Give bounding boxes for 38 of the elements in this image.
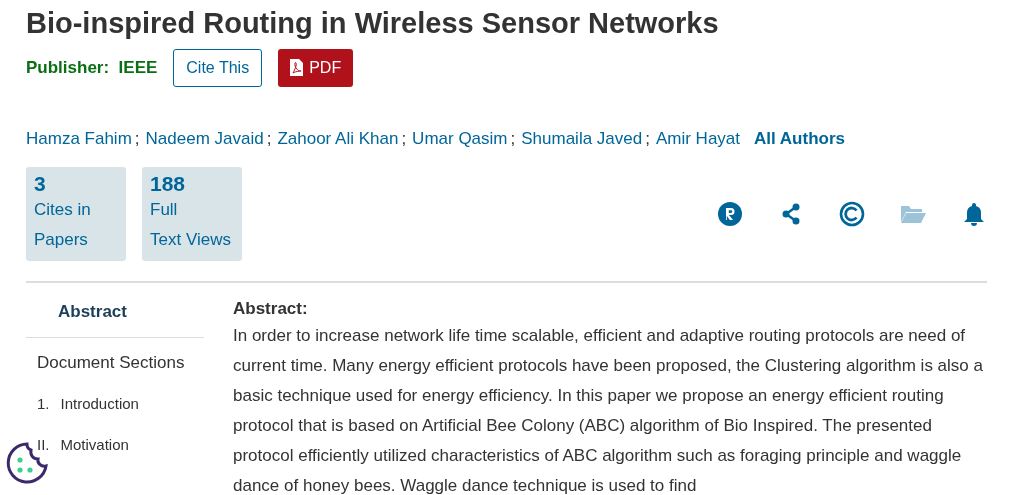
- metric-count: 3: [34, 173, 47, 196]
- metric-label: Text Views: [150, 229, 232, 252]
- author-link[interactable]: Nadeem Javaid: [145, 125, 264, 152]
- separator: ;: [510, 127, 516, 150]
- metric-card[interactable]: 3 Cites in Papers: [26, 167, 126, 262]
- separator: ;: [134, 127, 140, 150]
- author-link[interactable]: Umar Qasim: [412, 125, 508, 152]
- section-title: Motivation: [60, 434, 129, 455]
- metric-card[interactable]: 188 Full Text Views: [142, 167, 242, 262]
- article-title: Bio-inspired Routing in Wireless Sensor Networks: [26, 6, 720, 41]
- metric-count: 188: [150, 173, 187, 196]
- abstract-heading: Abstract:: [233, 298, 309, 321]
- sidebar-tab[interactable]: Abstract: [26, 283, 204, 338]
- separator: ;: [645, 127, 650, 150]
- cite-button[interactable]: Cite This: [173, 48, 263, 87]
- separator: ;: [401, 127, 407, 150]
- copyright-icon[interactable]: [839, 201, 865, 228]
- metric-label: Cites in: [34, 199, 92, 222]
- publisher-label: Publisher: IEEE: [26, 57, 158, 80]
- section-title: Introduction: [60, 394, 139, 415]
- author-link[interactable]: Hamza Fahim: [26, 125, 132, 152]
- all-authors-link[interactable]: All Authors: [754, 125, 845, 152]
- rights-icon[interactable]: [717, 201, 743, 228]
- author-link[interactable]: Shumaila Javed: [521, 125, 643, 152]
- pdf-file-icon: [290, 59, 304, 77]
- section-link[interactable]: II. Motivation: [26, 415, 204, 457]
- separator: ;: [266, 127, 272, 150]
- section-link[interactable]: 1. Introduction: [26, 375, 204, 416]
- section-number: 1.: [37, 394, 50, 415]
- pdf-button[interactable]: PDF: [278, 48, 354, 87]
- sidebar-heading: Document Sections: [36, 351, 186, 374]
- author-link[interactable]: Amir Hayat: [655, 125, 741, 152]
- metric-label: Full: [150, 199, 179, 222]
- metric-label: Papers: [34, 229, 89, 252]
- cookie-icon[interactable]: [5, 441, 49, 485]
- author-link[interactable]: Zahoor Ali Khan: [277, 125, 399, 152]
- abstract-text: In order to increase network life time scalable, efficient and adaptive routing protocols are need of current time. Many energy efficient protocols have been proposed, the Clustering algorithm is also a basic technique used for energy efficiency. In this paper we propose an energy efficient routing protocol that is based on Artificial Bee Colony (ABC) algorithm of Bio Inspired. The presented protocol efficiently utilized characteristics of ABC algorithm such as foraging principle and waggle dance of honey bees. Waggle dance technique is used to find: [233, 325, 984, 495]
- section-number: II.: [37, 434, 50, 455]
